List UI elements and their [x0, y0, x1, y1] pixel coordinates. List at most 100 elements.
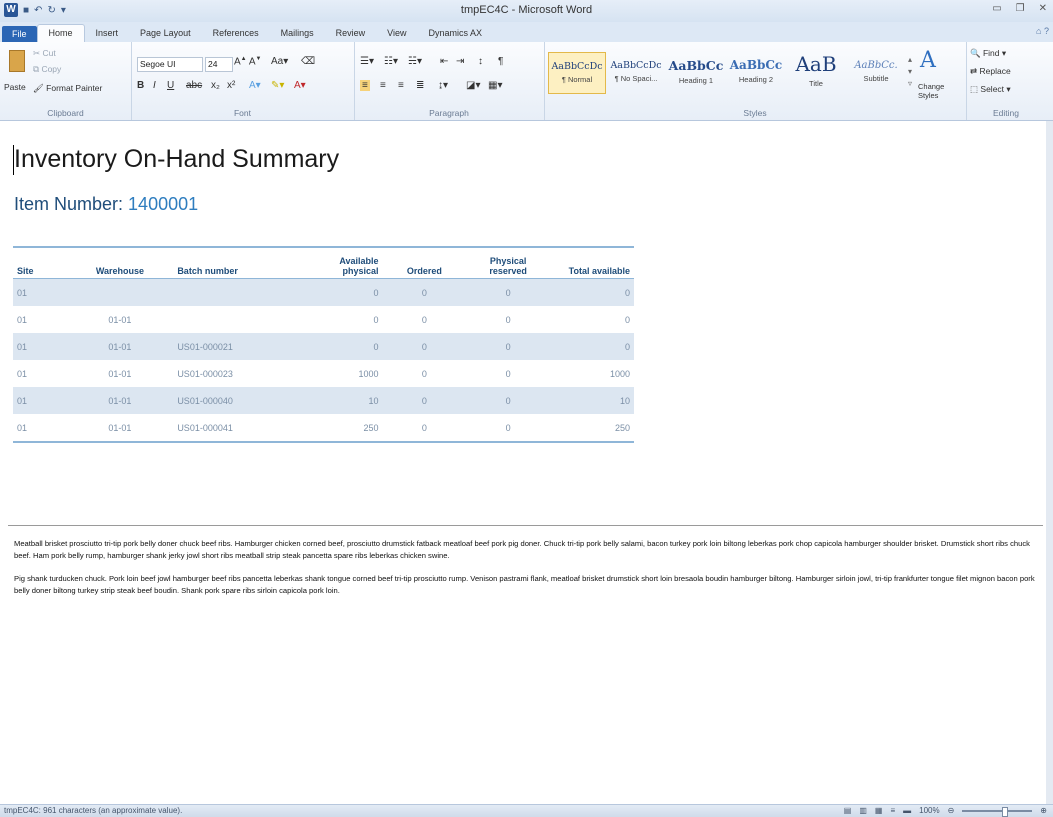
zoom-out-icon[interactable]: ⊖: [948, 806, 955, 815]
cell-ordered: 0: [382, 387, 467, 414]
tab-dynamics-ax[interactable]: Dynamics AX: [418, 25, 494, 42]
style-heading-1[interactable]: AaBbCc Heading 1: [668, 52, 724, 92]
zoom-slider[interactable]: [962, 806, 1033, 817]
tab-home[interactable]: Home: [36, 24, 85, 42]
vertical-scrollbar[interactable]: [1046, 121, 1053, 804]
cell-batch: [159, 278, 307, 306]
grow-font-icon[interactable]: A▲ A▼: [234, 56, 261, 67]
style-normal[interactable]: AaBbCcDc ¶ Normal: [548, 52, 606, 94]
cell-total-available: 250: [614, 422, 630, 433]
outline-icon[interactable]: ≡: [890, 806, 895, 815]
copy-label: Copy: [41, 64, 62, 74]
web-layout-icon[interactable]: ▦: [875, 806, 883, 815]
cell-total-available: 0: [550, 333, 634, 360]
numbering-icon[interactable]: ☷▾: [384, 56, 398, 67]
full-screen-reading-icon[interactable]: ▥: [859, 806, 867, 815]
style-subtitle[interactable]: AaBbCc. Subtitle: [848, 52, 904, 92]
cut-button[interactable]: ✂ Cut: [33, 48, 56, 59]
style-no-spacing[interactable]: AaBbCcDc ¶ No Spaci...: [608, 52, 664, 92]
tab-insert[interactable]: Insert: [85, 25, 130, 42]
cell-warehouse: 01-01: [108, 422, 132, 433]
select-button[interactable]: ⬚ Select ▾: [970, 84, 1011, 95]
status-bar: tmpEC4C: 961 characters (an approximate …: [0, 804, 1053, 817]
align-center-icon[interactable]: ≡: [380, 80, 386, 91]
clipboard-group: Paste ✂ Cut ⧉ Copy 🖌 Format Painter Clip…: [0, 42, 132, 120]
document-page[interactable]: [0, 121, 1046, 804]
editing-group-label: Editing: [993, 108, 1019, 118]
font-size-input[interactable]: 24: [205, 57, 233, 72]
change-styles-icon[interactable]: A: [920, 48, 936, 73]
tab-references[interactable]: References: [202, 25, 270, 42]
clear-formatting-icon[interactable]: ⌫: [301, 56, 315, 67]
draft-icon[interactable]: ▬: [903, 806, 911, 815]
paragraph-group-label: Paragraph: [429, 108, 469, 118]
line-spacing-icon[interactable]: ↨▾: [438, 80, 448, 91]
format-painter-button[interactable]: 🖌 Format Painter: [33, 83, 102, 94]
font-name-input[interactable]: Segoe UI: [137, 57, 203, 72]
borders-icon[interactable]: ▦▾: [488, 80, 502, 91]
help-icon[interactable]: ⌂ ?: [1036, 26, 1049, 36]
zoom-level[interactable]: 100%: [919, 806, 939, 815]
tab-file[interactable]: File: [2, 26, 37, 42]
justify-icon[interactable]: ≣: [416, 80, 424, 91]
replace-button[interactable]: ⇄ Replace: [970, 66, 1011, 77]
ribbon: Paste ✂ Cut ⧉ Copy 🖌 Format Painter Clip…: [0, 42, 1053, 121]
bold-icon[interactable]: B: [137, 80, 144, 91]
header-total-available: Total available: [550, 247, 634, 279]
align-right-icon[interactable]: ≡: [398, 80, 404, 91]
restore-icon[interactable]: ❐: [1016, 3, 1025, 14]
paste-icon[interactable]: [9, 50, 25, 72]
close-icon[interactable]: ✕: [1039, 3, 1047, 14]
tab-page-layout[interactable]: Page Layout: [129, 25, 202, 42]
table-header-row: Site Warehouse Batch number Available ph…: [13, 247, 634, 279]
bullets-icon[interactable]: ☰▾: [360, 56, 374, 67]
paste-button[interactable]: Paste: [4, 82, 26, 92]
show-formatting-icon[interactable]: ¶: [498, 56, 503, 67]
cell-warehouse: 01-01: [108, 314, 132, 325]
zoom-slider-handle[interactable]: [1002, 806, 1009, 817]
copy-button[interactable]: ⧉ Copy: [33, 64, 61, 75]
cell-ordered: 0: [421, 368, 427, 379]
cell-physical-reserved: 0: [505, 368, 511, 379]
body-paragraph-2: Pig shank turducken chuck. Pork loin bee…: [14, 574, 1035, 595]
italic-icon[interactable]: I: [153, 80, 156, 91]
format-painter-label: Format Painter: [46, 83, 103, 93]
increase-indent-icon[interactable]: ⇥: [456, 56, 464, 67]
text-effects-icon[interactable]: A▾: [249, 80, 261, 91]
subscript-icon[interactable]: x₂: [211, 80, 220, 91]
minimize-icon[interactable]: ▭: [992, 3, 1001, 14]
styles-scroll-icon[interactable]: ▴ ▾ ▿: [908, 54, 912, 90]
view-controls: ▤ ▥ ▦ ≡ ▬ 100% ⊖ ⊕: [844, 806, 1047, 817]
style-heading-2[interactable]: AaBbCc Heading 2: [728, 52, 784, 92]
find-button[interactable]: 🔍 Find ▾: [970, 48, 1006, 59]
window-controls: ▭ ❐ ✕: [992, 3, 1047, 14]
change-case-icon[interactable]: Aa▾: [271, 56, 288, 67]
tab-view[interactable]: View: [376, 25, 417, 42]
header-ordered: Ordered: [382, 247, 467, 279]
zoom-in-icon[interactable]: ⊕: [1040, 806, 1047, 815]
superscript-icon[interactable]: x²: [227, 80, 235, 91]
table-row: 01 01-01 0 0 0 0: [13, 306, 634, 333]
cell-physical-reserved: 0: [505, 314, 511, 325]
style-preview: AaBbCc.: [854, 60, 898, 71]
cell-available-physical: 250: [363, 422, 379, 433]
style-name: Subtitle: [863, 74, 889, 83]
cell-batch: US01-000023: [177, 368, 233, 379]
align-left-icon[interactable]: ≡: [360, 80, 370, 91]
font-color-icon[interactable]: A▾: [294, 80, 306, 91]
tab-mailings[interactable]: Mailings: [270, 25, 325, 42]
style-title[interactable]: AaB Title: [788, 52, 844, 92]
editing-group: 🔍 Find ▾ ⇄ Replace ⬚ Select ▾ Editing: [966, 42, 1046, 120]
underline-icon[interactable]: U: [167, 80, 174, 91]
multilevel-list-icon[interactable]: ☵▾: [408, 56, 422, 67]
change-styles-button[interactable]: Change Styles: [918, 82, 958, 100]
sort-icon[interactable]: ↕: [478, 56, 483, 67]
decrease-indent-icon[interactable]: ⇤: [440, 56, 448, 67]
style-name: ¶ No Spaci...: [614, 74, 658, 83]
highlight-icon[interactable]: ✎▾: [271, 80, 284, 91]
strikethrough-icon[interactable]: abc: [186, 80, 202, 91]
shading-icon[interactable]: ◪▾: [466, 80, 480, 91]
cell-ordered: 0: [421, 422, 427, 433]
print-layout-icon[interactable]: ▤: [844, 806, 852, 815]
tab-review[interactable]: Review: [325, 25, 377, 42]
